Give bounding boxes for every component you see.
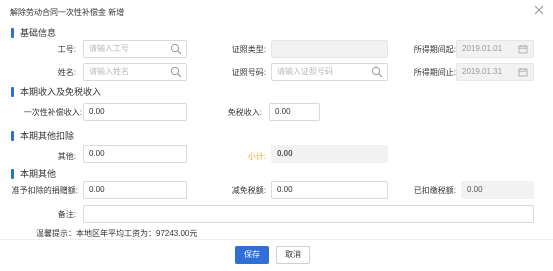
- close-icon[interactable]: [533, 4, 545, 16]
- section-deduction: 本期其他扣除: [11, 129, 74, 142]
- period-end-label: 所得期间止:: [413, 68, 456, 77]
- remark-label: 备注:: [57, 210, 76, 219]
- withheld-label: 已扣缴税额:: [413, 186, 456, 195]
- compensation-input[interactable]: 0.00: [83, 103, 187, 121]
- section-income-title: 本期收入及免税收入: [20, 87, 102, 97]
- subtotal-value: 0.00: [277, 149, 293, 158]
- name-input[interactable]: 请输入姓名: [83, 63, 187, 81]
- job-no-input[interactable]: 请输入工号: [83, 40, 187, 58]
- section-marker: [11, 86, 14, 97]
- tax-free-input[interactable]: 0.00: [269, 103, 320, 121]
- period-start-value: 2019.01.01: [462, 44, 503, 53]
- tax-reduction-input[interactable]: 0.00: [271, 181, 388, 199]
- subtotal-label: 小计:: [247, 152, 266, 161]
- id-type-label: 证照类型:: [231, 45, 266, 54]
- id-no-input[interactable]: 请输入证照号码: [271, 63, 388, 81]
- tax-reduction-value: 0.00: [277, 185, 293, 194]
- job-no-label: 工号:: [57, 45, 76, 54]
- section-deduction-title: 本期其他扣除: [20, 131, 75, 141]
- id-no-label: 证照号码:: [231, 68, 266, 77]
- calendar-icon: [517, 43, 529, 55]
- section-marker: [11, 168, 14, 179]
- job-no-placeholder: 请输入工号: [89, 44, 129, 53]
- dialog: 解除劳动合同一次性补偿金 新增 基础信息 工号: 请输入工号 证照类型: 所得期…: [0, 0, 553, 271]
- name-label: 姓名:: [57, 68, 76, 77]
- donation-input[interactable]: 0.00: [83, 181, 187, 199]
- save-button[interactable]: 保存: [235, 246, 269, 264]
- search-icon[interactable]: [170, 66, 182, 78]
- withheld-field: 0.00: [461, 181, 534, 199]
- tax-reduction-label: 减免税额:: [231, 186, 266, 195]
- remark-input[interactable]: [83, 205, 534, 223]
- cancel-button[interactable]: 取消: [276, 246, 310, 264]
- compensation-value: 0.00: [89, 107, 105, 116]
- dialog-title: 解除劳动合同一次性补偿金 新增: [10, 8, 125, 17]
- section-marker: [11, 27, 14, 38]
- withheld-value: 0.00: [467, 185, 483, 194]
- compensation-label: 一次性补偿收入:: [23, 108, 82, 117]
- donation-label: 准予扣除的捐赠额:: [11, 186, 78, 195]
- section-income: 本期收入及免税收入: [11, 85, 101, 98]
- other-deduction-value: 0.00: [89, 149, 105, 158]
- period-end-field: 2019.01.31: [456, 63, 534, 81]
- name-placeholder: 请输入姓名: [89, 67, 129, 76]
- section-other: 本期其他: [11, 167, 56, 180]
- section-marker: [11, 130, 14, 141]
- search-icon[interactable]: [371, 66, 383, 78]
- other-deduction-label: 其他:: [57, 152, 76, 161]
- id-no-placeholder: 请输入证照号码: [277, 67, 333, 76]
- calendar-icon: [517, 66, 529, 78]
- tax-free-label: 免税收入:: [227, 108, 262, 117]
- period-end-value: 2019.01.31: [462, 67, 503, 76]
- footer-divider: [0, 239, 553, 240]
- period-start-field: 2019.01.01: [456, 40, 534, 58]
- section-basic-title: 基础信息: [20, 28, 57, 38]
- period-start-label: 所得期间起:: [413, 45, 456, 54]
- other-deduction-input[interactable]: 0.00: [83, 145, 187, 163]
- section-other-title: 本期其他: [20, 169, 57, 179]
- section-basic: 基础信息: [11, 26, 56, 39]
- subtotal-field: 0.00: [271, 145, 388, 163]
- search-icon[interactable]: [170, 43, 182, 55]
- id-type-select: [271, 40, 388, 58]
- tax-free-value: 0.00: [275, 107, 291, 116]
- donation-value: 0.00: [89, 185, 105, 194]
- average-wage-tip: 温馨提示：本地区年平均工资为：97243.00元: [36, 229, 198, 238]
